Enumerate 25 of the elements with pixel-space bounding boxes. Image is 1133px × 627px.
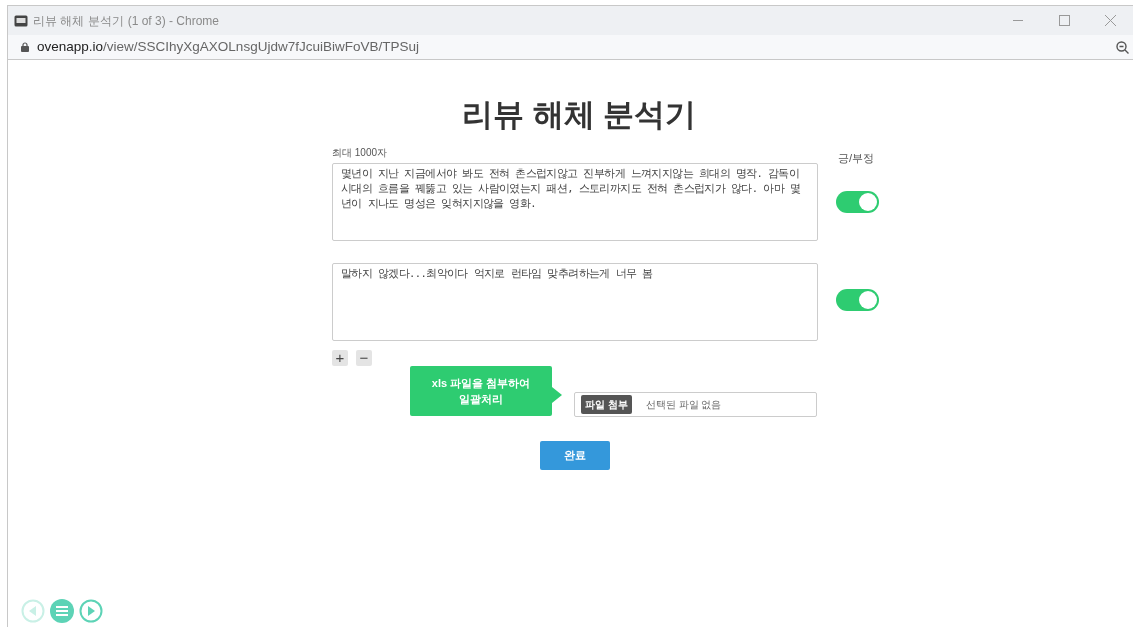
next-icon[interactable] <box>79 599 103 623</box>
character-limit-label: 최대 1000자 <box>332 145 389 160</box>
sentiment-label: 긍/부정 <box>838 150 876 166</box>
review-field[interactable]: 말하지 않겠다...최악이다 억지로 런타임 맞추려하는게 너무 봄 <box>332 262 818 341</box>
minimize-icon <box>1013 20 1023 21</box>
lock-icon <box>21 42 29 52</box>
window-title-suffix: (1 of 3) - Chrome <box>127 12 220 30</box>
window-icon <box>14 14 28 27</box>
file-input-field[interactable]: 파일 첨부 선택된 파일 없음 <box>574 391 817 417</box>
file-status-text: 선택된 파일 없음 <box>645 397 722 412</box>
url-text[interactable]: ovenapp.io/view/SSCIhyXgAXOLnsgUjdw7fJcuiBiwFoVB/TPSuj <box>37 36 419 58</box>
close-icon <box>1104 15 1116 26</box>
maximize-icon <box>1058 15 1070 26</box>
attach-file-button[interactable]: 파일 첨부 <box>581 394 632 414</box>
page-heading: 리뷰 해체 분석기 <box>462 96 692 134</box>
callout-bubble: xls 파일을 첨부하여 일괄처리 <box>410 366 552 416</box>
remove-row-button[interactable]: − <box>356 349 372 366</box>
toggle-switch[interactable] <box>836 191 879 213</box>
toggle-switch[interactable] <box>836 289 879 311</box>
window-title: 리뷰 해체 분석기 <box>33 12 124 30</box>
add-row-button[interactable]: + <box>332 349 348 366</box>
callout-pointer-icon <box>552 387 562 403</box>
review-field[interactable]: 몇년이 지난 지금에서야 봐도 전혀 촌스럽지않고 진부하게 느껴지지않는 희대의 명작. 감독이 시대의 흐름을 꿰뚫고 있는 사람이였는지 패션, 스토리까지도 전혀 촌스럽지가 않다. 아마 몇년이 지나도 명성은 잊혀지지않을 영화. <box>332 162 818 241</box>
zoom-out-icon[interactable] <box>1116 40 1129 54</box>
menu-icon[interactable] <box>50 599 74 623</box>
